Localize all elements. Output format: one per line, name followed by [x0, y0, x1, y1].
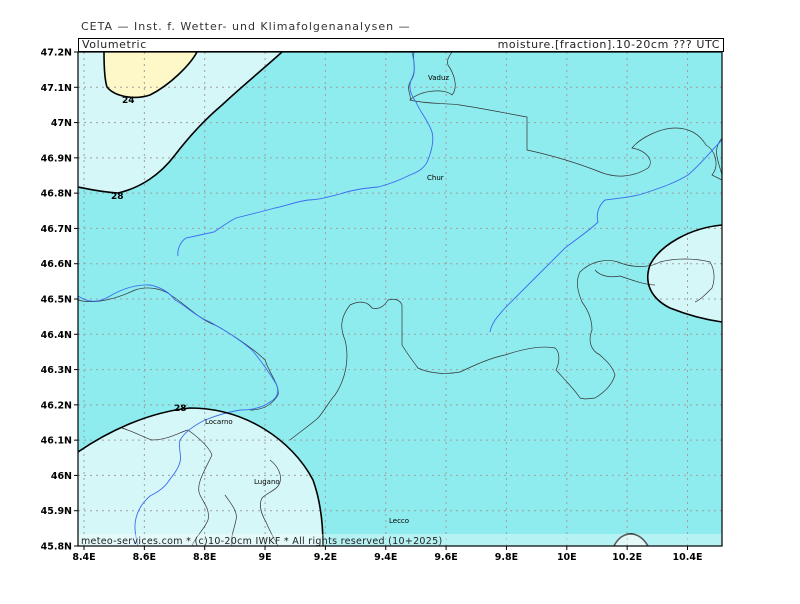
y-tick-label: 46.8N — [41, 189, 72, 200]
y-tick-label: 46.3N — [41, 365, 72, 376]
y-tick-label: 47.1N — [41, 83, 72, 94]
x-tick-label: 9.6E — [434, 552, 457, 563]
y-tick-label: 46.4N — [41, 330, 72, 341]
x-tick-label: 9.4E — [374, 552, 397, 563]
x-tick-label: 9.2E — [314, 552, 337, 563]
y-tick-label: 46N — [51, 471, 72, 482]
x-tick-label: 8.4E — [72, 552, 95, 563]
y-tick-label: 46.5N — [41, 295, 72, 306]
contour-label-28-north: 28 — [111, 192, 124, 202]
y-tick-label: 46.6N — [41, 259, 72, 270]
x-tick-label: 9.8E — [495, 552, 518, 563]
x-tick-label: 8.6E — [133, 552, 156, 563]
x-axis: 8.4E 8.6E 8.8E 9E 9.2E 9.4E 9.6E 9.8E 10E 10.2E 10… — [72, 546, 702, 563]
x-tick-label: 10E — [557, 552, 577, 563]
map-plot-area: 24 28 28 Vaduz Chur Locarno Lugano Lecco… — [78, 52, 722, 547]
city-label-lugano: Lugano — [254, 478, 280, 486]
y-tick-label: 47.2N — [41, 48, 72, 59]
map-container: 24 28 28 Vaduz Chur Locarno Lugano Lecco… — [0, 0, 800, 604]
contour-label-28-south: 28 — [174, 404, 187, 414]
x-tick-label: 8.8E — [193, 552, 216, 563]
y-tick-label: 45.9N — [41, 506, 72, 517]
city-label-chur: Chur — [427, 174, 444, 182]
map-svg: 24 28 28 Vaduz Chur Locarno Lugano Lecco… — [41, 48, 723, 563]
y-tick-label: 46.7N — [41, 224, 72, 235]
contour-label-24: 24 — [122, 96, 135, 106]
y-tick-label: 46.1N — [41, 436, 72, 447]
x-tick-label: 9E — [258, 552, 271, 563]
x-tick-label: 10.2E — [612, 552, 642, 563]
city-label-vaduz: Vaduz — [428, 74, 449, 82]
footer-credit: meteo-services.com * (c)10-20cm IWKF * A… — [81, 536, 442, 547]
city-label-locarno: Locarno — [205, 418, 233, 426]
y-tick-label: 46.2N — [41, 400, 72, 411]
y-tick-label: 45.8N — [41, 542, 72, 553]
x-tick-label: 10.4E — [673, 552, 703, 563]
y-axis: 47.2N 47.1N 47N 46.9N 46.8N 46.7N 46.6N 46.5N 46… — [41, 48, 78, 553]
y-tick-label: 46.9N — [41, 153, 72, 164]
y-tick-label: 47N — [51, 118, 72, 129]
city-label-lecco: Lecco — [389, 517, 409, 525]
